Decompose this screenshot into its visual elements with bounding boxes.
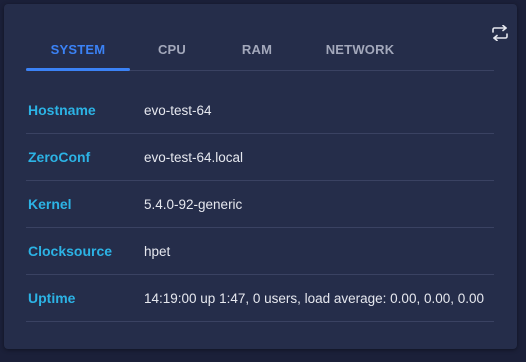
row-label: ZeroConf (28, 149, 91, 165)
tab-bar: SYSTEM CPU RAM NETWORK (26, 30, 494, 71)
system-info-card: SYSTEM CPU RAM NETWORK Hostname evo-test… (4, 4, 517, 349)
info-row-clocksource: Clocksource hpet (26, 228, 494, 275)
row-label: Uptime (28, 290, 76, 306)
tab-ram[interactable]: RAM (231, 30, 283, 70)
info-row-hostname: Hostname evo-test-64 (26, 87, 494, 134)
row-value: hpet (144, 243, 171, 259)
info-row-zeroconf: ZeroConf evo-test-64.local (26, 134, 494, 181)
info-row-uptime: Uptime 14:19:00 up 1:47, 0 users, load a… (26, 275, 494, 322)
tab-system[interactable]: SYSTEM (26, 30, 130, 70)
row-label: Kernel (28, 196, 72, 212)
row-value: 5.4.0-92-generic (144, 196, 243, 212)
row-label: Clocksource (28, 243, 113, 259)
tab-cpu[interactable]: CPU (146, 30, 198, 70)
active-tab-indicator (26, 68, 130, 71)
info-row-kernel: Kernel 5.4.0-92-generic (26, 181, 494, 228)
row-value: evo-test-64 (144, 102, 212, 118)
row-label: Hostname (28, 102, 96, 118)
row-value: 14:19:00 up 1:47, 0 users, load average:… (144, 290, 485, 306)
system-info-list: Hostname evo-test-64 ZeroConf evo-test-6… (26, 87, 494, 322)
tab-network[interactable]: NETWORK (321, 30, 399, 70)
row-value: evo-test-64.local (144, 149, 244, 165)
